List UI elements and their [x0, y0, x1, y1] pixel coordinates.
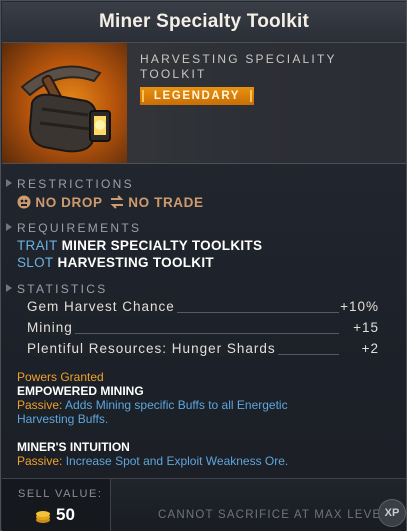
sell-value-box: SELL VALUE: 50 — [2, 479, 111, 531]
stat-row: Plentiful Resources: Hunger Shards +2 — [27, 341, 379, 359]
stat-value: +10% — [340, 299, 379, 314]
no-trade-icon — [110, 195, 124, 210]
item-header: HARVESTING SPECIALITY TOOLKIT LEGENDARY — [2, 43, 406, 164]
tooltip-footer: SELL VALUE: 50 CANNOT SACRIFICE AT MAX L… — [2, 478, 406, 531]
rarity-badge: LEGENDARY — [140, 87, 254, 105]
stat-value: +15 — [353, 320, 379, 335]
power-name: EMPOWERED MINING — [17, 384, 144, 398]
sell-value-label: SELL VALUE: — [18, 488, 103, 500]
trait-requirement: TRAIT MINER SPECIALTY TOOLKITS — [17, 238, 262, 253]
restrictions-header: RESTRICTIONS — [6, 177, 134, 191]
no-trade-label: NO TRADE — [128, 194, 204, 210]
sell-value-amount: 50 — [56, 505, 75, 524]
slot-value: HARVESTING TOOLKIT — [57, 255, 214, 270]
no-drop-icon — [17, 195, 31, 209]
power-description: Passive: Adds Mining specific Buffs to a… — [17, 398, 288, 412]
powers-header: Powers Granted — [17, 370, 104, 384]
section-arrow-icon — [6, 179, 12, 187]
trait-value: MINER SPECIALTY TOOLKITS — [61, 238, 263, 253]
xp-badge[interactable]: XP — [378, 499, 406, 527]
requirements-header: REQUIREMENTS — [6, 221, 141, 235]
stat-name: Plentiful Resources: Hunger Shards — [27, 341, 278, 356]
statistics-header: STATISTICS — [6, 282, 108, 296]
slot-requirement: SLOT HARVESTING TOOLKIT — [17, 255, 214, 270]
trait-key: TRAIT — [17, 238, 58, 253]
section-arrow-icon — [6, 284, 12, 292]
stat-row: Mining +15 — [27, 320, 379, 338]
slot-key: SLOT — [17, 255, 54, 270]
power-name: MINER'S INTUITION — [17, 440, 130, 454]
stat-name: Mining — [27, 320, 75, 335]
coin-icon — [36, 511, 50, 523]
stat-name: Gem Harvest Chance — [27, 299, 177, 314]
item-title: Miner Specialty Toolkit — [2, 2, 406, 43]
stat-value: +2 — [361, 341, 379, 356]
power-description: Passive: Increase Spot and Exploit Weakn… — [17, 454, 289, 468]
mining-toolkit-icon — [2, 43, 127, 163]
restrictions-line: NO DROP NO TRADE — [17, 194, 204, 210]
no-drop-label: NO DROP — [35, 194, 103, 210]
item-subtype: HARVESTING SPECIALITY TOOLKIT — [140, 52, 337, 81]
stat-row: Gem Harvest Chance +10% — [27, 299, 379, 317]
item-tooltip: Miner Specialty Toolkit HARVESTING SPECI… — [0, 0, 407, 531]
section-arrow-icon — [6, 223, 12, 231]
sacrifice-note: CANNOT SACRIFICE AT MAX LEVEL — [158, 509, 389, 521]
power-description-cont: Harvesting Buffs. — [17, 412, 109, 426]
